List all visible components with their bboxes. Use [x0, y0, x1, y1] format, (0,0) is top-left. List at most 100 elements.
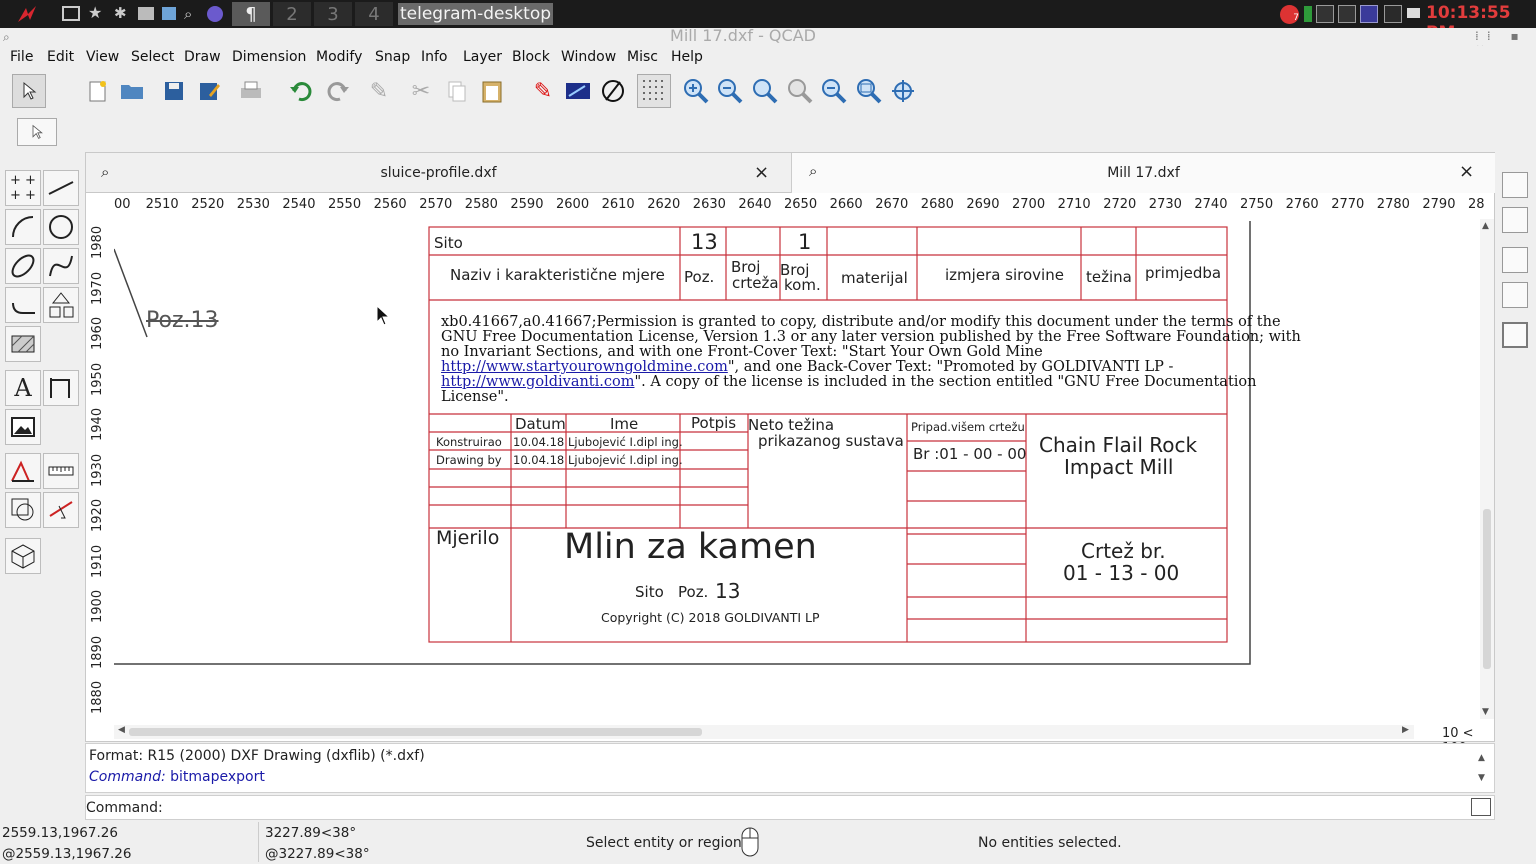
3d-tool[interactable]: [5, 538, 41, 574]
text-tool[interactable]: A: [5, 370, 41, 406]
block-list-icon[interactable]: [1502, 282, 1528, 308]
pan-button[interactable]: [886, 74, 920, 108]
shape-tool[interactable]: [43, 287, 79, 323]
tray-notification-icon[interactable]: 7: [1280, 5, 1299, 24]
tab-sluice-profile[interactable]: ⌕ sluice-profile.dxf ×: [86, 153, 791, 193]
spline-tool[interactable]: [43, 248, 79, 284]
arc-tool[interactable]: [5, 209, 41, 245]
menu-select[interactable]: Select: [131, 49, 174, 65]
close-icon[interactable]: ×: [754, 162, 769, 183]
scroll-up-arrow[interactable]: ▲: [1482, 221, 1489, 231]
grid-button[interactable]: [637, 74, 671, 108]
scroll-right-arrow[interactable]: ▶: [1402, 725, 1409, 735]
history-scrollbar[interactable]: ▲ ▼: [1478, 748, 1485, 788]
tab-mill-17[interactable]: ⌕ Mill 17.dxf ×: [791, 153, 1495, 193]
polyline-tool[interactable]: [5, 287, 41, 323]
paste-button[interactable]: [475, 74, 509, 108]
settings-icon[interactable]: ✱: [114, 4, 127, 22]
undo-button[interactable]: [285, 74, 319, 108]
layer-button[interactable]: [561, 74, 595, 108]
menu-view[interactable]: View: [86, 49, 119, 65]
dimension-tool[interactable]: [43, 370, 79, 406]
cad-toolbox: + + + + A: [0, 152, 85, 820]
ellipse-tool[interactable]: [5, 248, 41, 284]
command-input[interactable]: [158, 796, 1458, 819]
properties-panel-icon[interactable]: [1502, 172, 1528, 198]
zoom-auto-button[interactable]: [748, 74, 782, 108]
cube-icon: [11, 544, 35, 569]
command-history-toggle-icon[interactable]: [1471, 798, 1491, 816]
save-as-button[interactable]: [192, 74, 226, 108]
license-link-goldmine[interactable]: http://www.startyourowngoldmine.com: [441, 359, 728, 375]
modify-tool[interactable]: [5, 453, 41, 489]
menu-file[interactable]: File: [10, 49, 33, 65]
library-panel-icon[interactable]: [1502, 207, 1528, 233]
zoom-window-button[interactable]: [852, 74, 886, 108]
drawing-canvas[interactable]: Poz.13 Sito 13 1 Naziv i karakteristične…: [114, 219, 1480, 719]
workspace-4[interactable]: 4: [355, 2, 393, 26]
horizontal-scrollbar[interactable]: ◀ ▶: [114, 725, 1414, 739]
snap-tool[interactable]: [43, 492, 79, 528]
scroll-left-arrow[interactable]: ◀: [118, 725, 125, 735]
workspace-3[interactable]: 3: [314, 2, 352, 26]
app-launcher-icon[interactable]: [16, 4, 40, 24]
license-link-goldivanti[interactable]: http://www.goldivanti.com: [441, 374, 634, 390]
menu-modify[interactable]: Modify: [316, 49, 362, 65]
menu-dimension[interactable]: Dimension: [232, 49, 306, 65]
vertical-scrollbar[interactable]: ▲ ▼: [1480, 219, 1494, 719]
new-file-button[interactable]: [80, 74, 114, 108]
scroll-thumb[interactable]: [129, 728, 702, 736]
folder-icon[interactable]: [162, 7, 176, 20]
close-icon[interactable]: ×: [1459, 161, 1474, 182]
menu-snap[interactable]: Snap: [375, 49, 410, 65]
draw-order-button[interactable]: ✎: [526, 74, 560, 108]
scroll-down-arrow[interactable]: ▼: [1482, 707, 1489, 717]
menu-info[interactable]: Info: [421, 49, 448, 65]
cut-button[interactable]: ✂: [404, 74, 438, 108]
menu-window[interactable]: Window: [561, 49, 616, 65]
browser-icon[interactable]: [207, 6, 223, 22]
zoom-previous-button[interactable]: [783, 74, 817, 108]
active-window-title[interactable]: telegram-desktop: [398, 3, 554, 25]
zoom-in-button[interactable]: [679, 74, 713, 108]
measure-tool[interactable]: [43, 453, 79, 489]
select-mode-button[interactable]: [17, 118, 57, 146]
star-icon[interactable]: ★: [88, 3, 102, 22]
image-tool[interactable]: [5, 409, 41, 445]
snap-button[interactable]: [596, 74, 630, 108]
workspace-2[interactable]: 2: [273, 2, 311, 26]
history-command-label: Command:: [89, 769, 166, 785]
zoom-selection-button[interactable]: [817, 74, 851, 108]
hatch-tool[interactable]: [5, 326, 41, 362]
redo-button[interactable]: [320, 74, 354, 108]
workspace-1[interactable]: ¶: [232, 2, 270, 26]
search-icon[interactable]: ⌕: [184, 5, 192, 23]
scroll-thumb[interactable]: [1483, 509, 1491, 669]
print-button[interactable]: [234, 74, 268, 108]
properties-button[interactable]: ✎: [362, 74, 396, 108]
menu-block[interactable]: Block: [512, 49, 550, 65]
open-file-button[interactable]: [115, 74, 149, 108]
menu-misc[interactable]: Misc: [627, 49, 658, 65]
monitor-icon[interactable]: [138, 7, 154, 20]
line-tool[interactable]: [43, 170, 79, 206]
menu-help[interactable]: Help: [671, 49, 703, 65]
pointer-tool-button[interactable]: [12, 74, 46, 108]
menu-draw[interactable]: Draw: [184, 49, 221, 65]
ruler-tick-label: 2510: [145, 197, 179, 212]
zoom-out-button[interactable]: [713, 74, 747, 108]
block-tool[interactable]: [5, 492, 41, 528]
menu-layer[interactable]: Layer: [463, 49, 502, 65]
copy-button[interactable]: [440, 74, 474, 108]
menu-edit[interactable]: Edit: [47, 49, 74, 65]
battery-icon[interactable]: [1304, 6, 1312, 22]
ruler-tick-label: 1960: [90, 316, 105, 350]
circle-tool[interactable]: [43, 209, 79, 245]
ruler-tick-label: 2780: [1376, 197, 1410, 212]
mail-icon[interactable]: [1407, 8, 1420, 18]
point-tool[interactable]: + + + +: [5, 170, 41, 206]
save-button[interactable]: [157, 74, 191, 108]
view-list-icon[interactable]: [1502, 322, 1528, 348]
tray-app-icon[interactable]: [62, 6, 80, 21]
layer-list-icon[interactable]: [1502, 247, 1528, 273]
